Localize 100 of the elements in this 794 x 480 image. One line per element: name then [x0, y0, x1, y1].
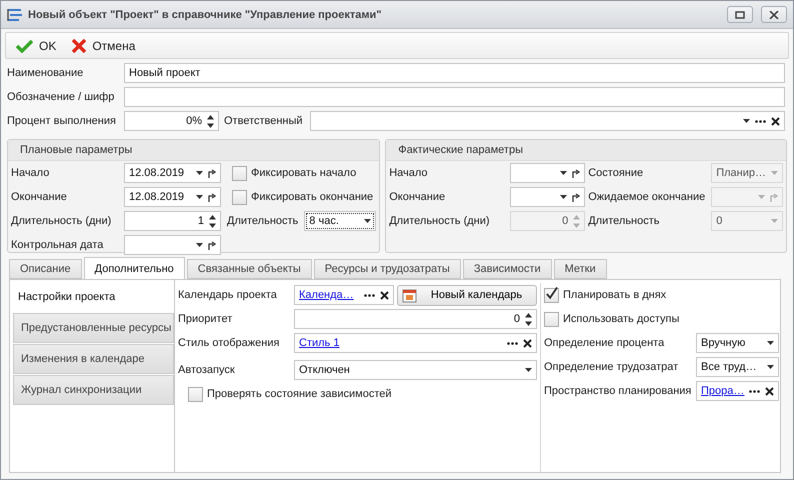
- field-label: Обозначение / шифр: [7, 91, 116, 103]
- dropdown-arrow-icon: [196, 195, 203, 199]
- dropdown-arrow-icon: [771, 219, 778, 223]
- field-label: Определение процента: [544, 337, 666, 349]
- checkbox[interactable]: Фиксировать начало: [232, 166, 356, 180]
- field-label: Длительность (дни): [11, 215, 112, 227]
- field-label: Окончание: [389, 191, 446, 203]
- ellipsis-icon: [755, 120, 766, 122]
- date-field[interactable]: 12.08.2019: [124, 187, 221, 207]
- spinner-arrows-icon: [525, 312, 532, 326]
- field-label: Длительность (дни): [389, 215, 491, 227]
- field-label: Ожидаемое окончание: [588, 191, 706, 203]
- close-button[interactable]: [761, 6, 787, 23]
- field-label: Стиль отображения: [178, 337, 280, 349]
- app-icon: [7, 8, 23, 22]
- tab[interactable]: Зависимости: [462, 259, 552, 279]
- planning-space-field[interactable]: Прора…: [696, 381, 780, 401]
- name-field[interactable]: Новый проект: [124, 63, 785, 83]
- side-tab[interactable]: Журнал синхронизации: [13, 375, 174, 405]
- corner-arrow-icon: [208, 240, 216, 250]
- dropdown-arrow-icon: [364, 219, 372, 223]
- corner-arrow-icon: [770, 192, 778, 202]
- field-label: Длительность: [227, 215, 298, 227]
- checkmark-icon: [16, 38, 33, 52]
- dropdown-arrow-icon: [767, 365, 774, 369]
- field-label: Окончание: [11, 191, 68, 203]
- calendar-field[interactable]: Календа…: [294, 285, 394, 305]
- field-label: Наименование: [7, 67, 84, 79]
- field-label: Календарь проекта: [178, 289, 278, 301]
- checkbox[interactable]: Проверять состояние зависимостей: [188, 386, 392, 402]
- checkmark-icon: [545, 287, 558, 300]
- dropdown-arrow-icon: [771, 171, 778, 175]
- tab[interactable]: Метки: [554, 259, 607, 279]
- dropdown-arrow-icon: [560, 195, 568, 199]
- field-label: Ответственный: [224, 115, 303, 127]
- field-label: Автозапуск: [178, 364, 236, 376]
- dropdown-arrow-icon: [560, 171, 568, 175]
- side-tab[interactable]: Предустановленные ресурсы: [13, 313, 174, 343]
- style-field[interactable]: Стиль 1: [294, 333, 537, 353]
- priority-field[interactable]: 0: [294, 309, 537, 329]
- side-tab[interactable]: Изменения в календаре: [13, 344, 174, 374]
- corner-arrow-icon: [572, 168, 580, 178]
- date-field[interactable]: 12.08.2019: [124, 163, 221, 183]
- percent-field[interactable]: 0%: [124, 111, 219, 131]
- tab[interactable]: Ресурсы и трудозатраты: [314, 259, 461, 279]
- group-title: Фактические параметры: [398, 144, 523, 156]
- field-label: Состояние: [588, 167, 644, 179]
- field-label: Контрольная дата: [11, 239, 104, 251]
- field-label: Определение трудозатрат: [544, 361, 680, 373]
- link[interactable]: Стиль 1: [299, 337, 502, 349]
- tab[interactable]: Описание: [9, 259, 82, 279]
- checkbox[interactable]: Использовать доступы: [544, 312, 680, 326]
- duration-field[interactable]: 1: [124, 211, 221, 231]
- date-field[interactable]: [510, 163, 586, 183]
- clear-icon: [771, 116, 780, 126]
- dropdown-arrow-icon: [743, 119, 750, 123]
- window-title: Новый объект "Проект" в справочнике "Управление проектами": [28, 8, 382, 20]
- new-calendar-button[interactable]: Новый календарь: [397, 284, 537, 306]
- maximize-icon: [735, 10, 745, 18]
- close-icon: [769, 10, 779, 18]
- spinner-arrows-icon: [207, 114, 214, 128]
- percent-mode-combo[interactable]: Вручную: [696, 333, 780, 353]
- date-field[interactable]: [124, 235, 221, 255]
- corner-arrow-icon: [572, 192, 580, 202]
- cancel-button[interactable]: Отмена: [68, 36, 140, 54]
- ellipsis-icon: [364, 294, 375, 296]
- tab[interactable]: Связанные объекты: [186, 259, 312, 279]
- date-field[interactable]: [510, 187, 586, 207]
- calendar-icon: [402, 288, 417, 302]
- autostart-combo[interactable]: Отключен: [294, 360, 537, 380]
- code-field[interactable]: [124, 87, 785, 107]
- dropdown-arrow-icon: [758, 195, 765, 199]
- spinner-arrows-icon: [573, 214, 580, 228]
- labor-mode-combo[interactable]: Все труд…: [696, 357, 780, 377]
- field-label: Начало: [389, 167, 429, 179]
- responsible-field[interactable]: [310, 111, 785, 131]
- clear-icon: [765, 386, 774, 396]
- spinner-arrows-icon: [209, 214, 216, 228]
- field-label: Длительность: [588, 215, 661, 227]
- dropdown-arrow-icon: [767, 341, 774, 345]
- clear-icon: [380, 290, 389, 300]
- dropdown-arrow-icon: [196, 243, 203, 247]
- ok-button[interactable]: OK: [12, 36, 60, 54]
- ellipsis-icon: [507, 342, 518, 344]
- maximize-button[interactable]: [727, 6, 753, 23]
- field-label: Процент выполнения: [7, 115, 117, 127]
- field-label: Начало: [11, 167, 50, 179]
- group-title: Плановые параметры: [20, 144, 132, 156]
- dropdown-arrow-icon: [525, 368, 532, 372]
- duration-combo[interactable]: 8 час.: [304, 211, 376, 231]
- link[interactable]: Прора…: [701, 385, 744, 397]
- corner-arrow-icon: [208, 192, 216, 202]
- clear-icon: [523, 338, 532, 348]
- link[interactable]: Календа…: [299, 289, 359, 301]
- checkbox[interactable]: Фиксировать окончание: [232, 190, 374, 204]
- checkbox[interactable]: Планировать в днях: [544, 288, 666, 302]
- tab[interactable]: Дополнительно: [84, 257, 185, 279]
- dropdown-arrow-icon: [196, 171, 203, 175]
- field-label: Приоритет: [178, 313, 234, 325]
- field-label: Пространство планирования: [544, 385, 692, 397]
